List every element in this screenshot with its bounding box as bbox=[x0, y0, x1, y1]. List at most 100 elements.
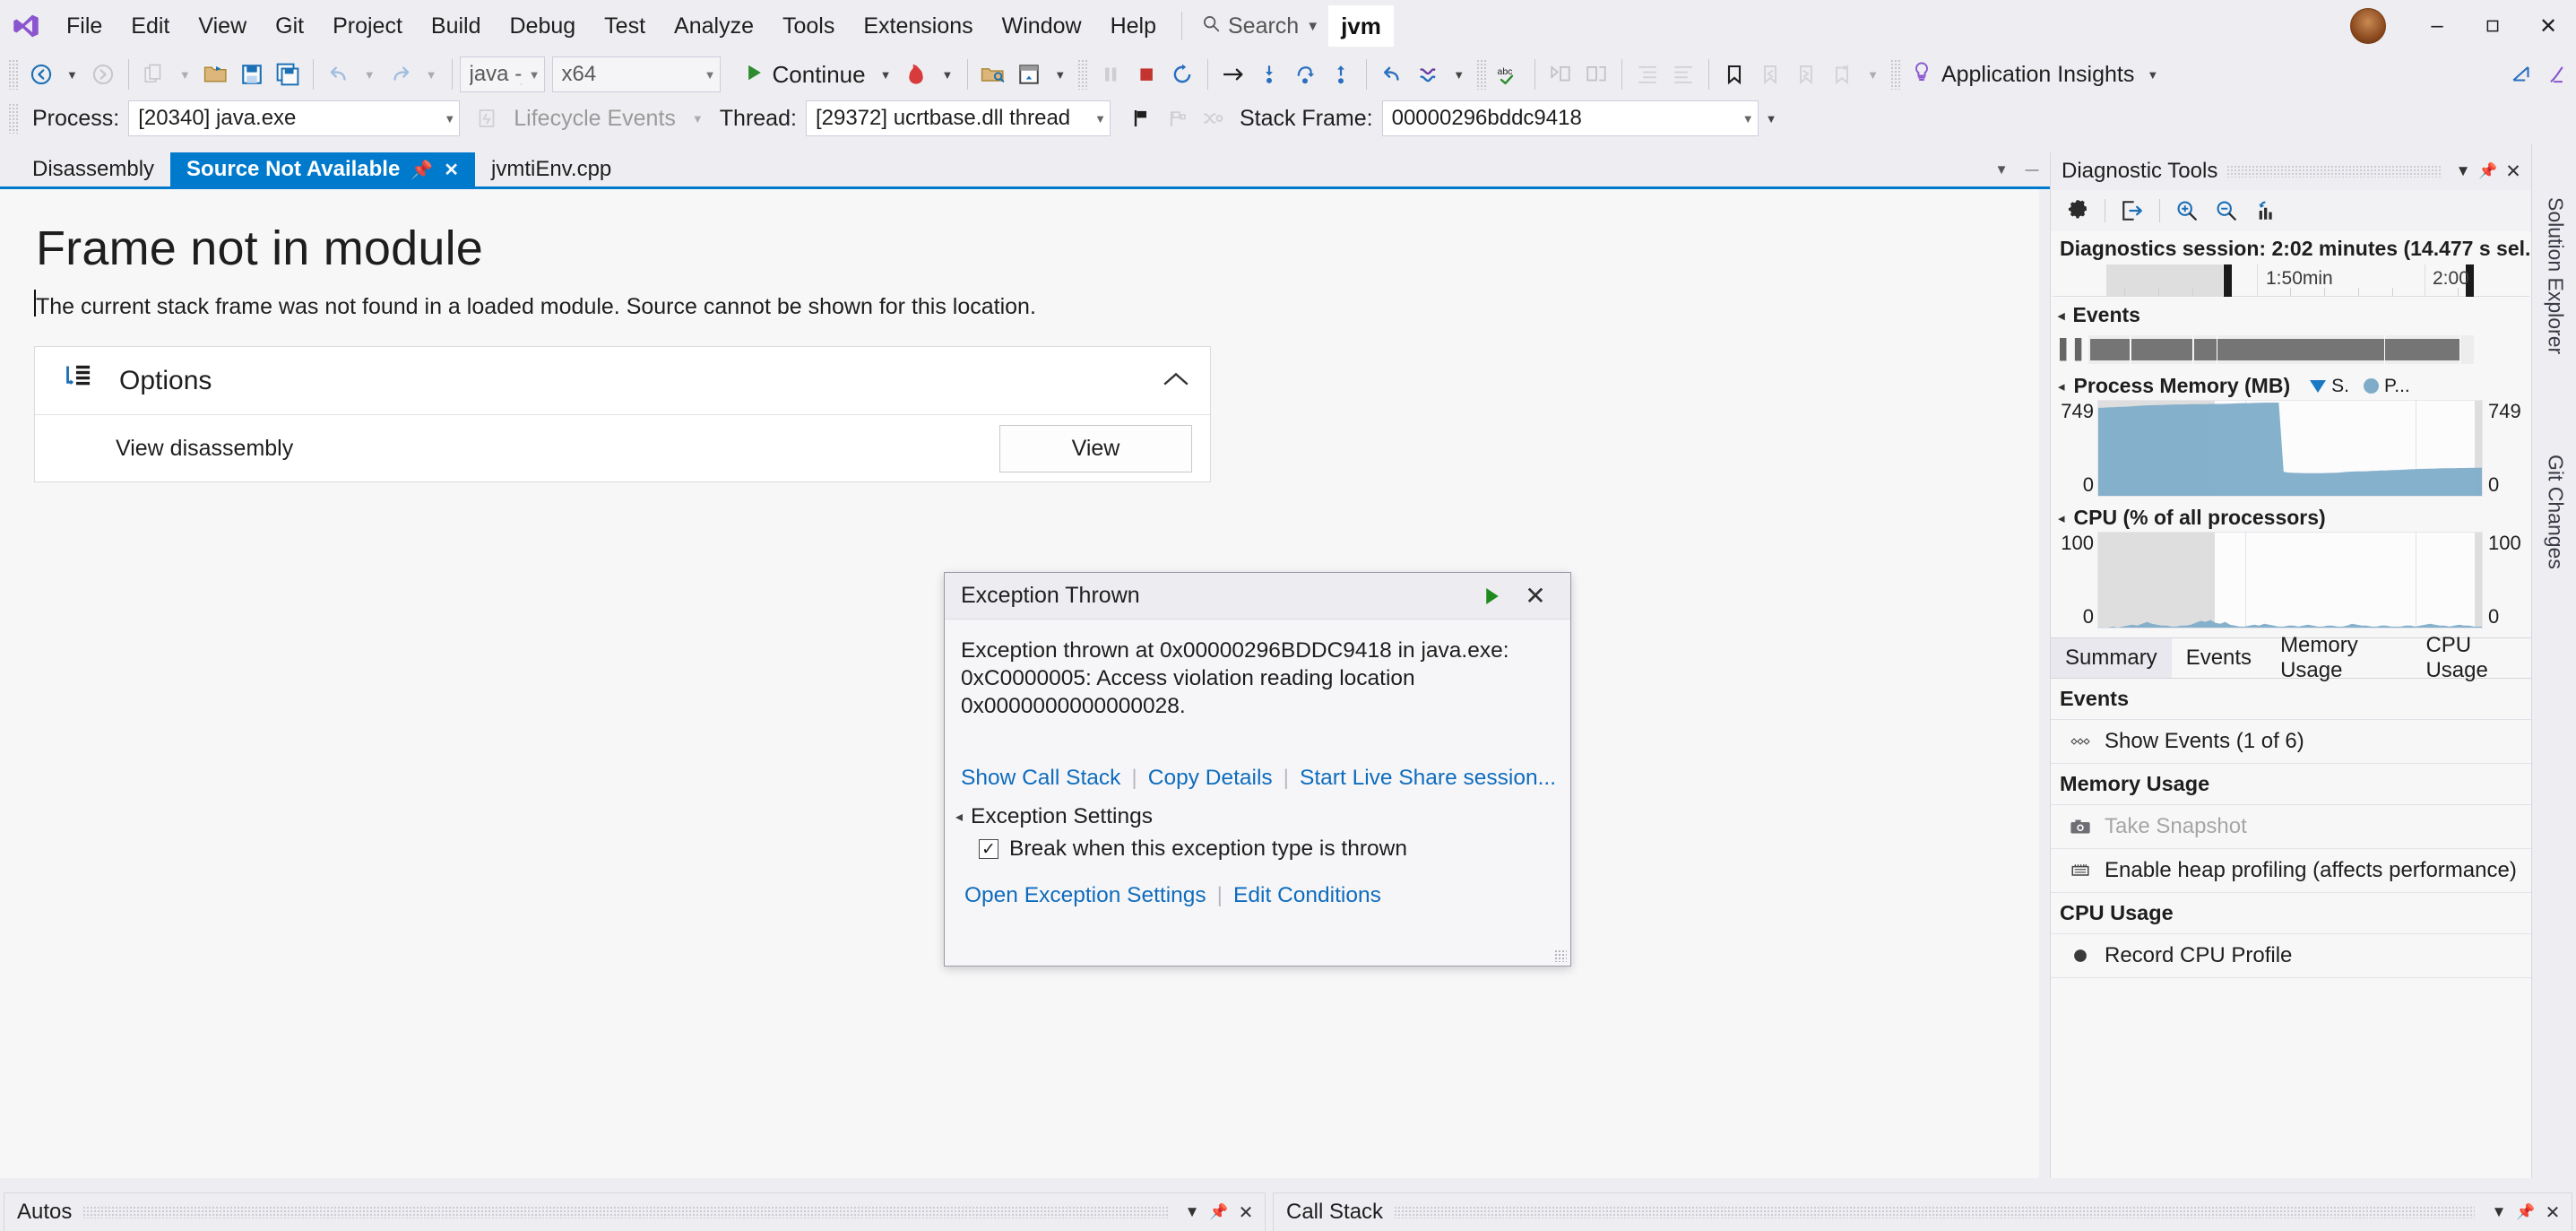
menu-item-git[interactable]: Git bbox=[261, 0, 318, 52]
undo-icon[interactable] bbox=[321, 56, 357, 93]
open-file-icon[interactable] bbox=[198, 56, 234, 93]
resize-grip-icon[interactable] bbox=[1554, 949, 1567, 962]
debugbar-grip[interactable] bbox=[8, 103, 19, 134]
copy-details-link[interactable]: Copy Details bbox=[1148, 766, 1273, 791]
show-next-statement-icon[interactable] bbox=[1215, 56, 1251, 93]
uncomment-selection-icon[interactable] bbox=[1578, 56, 1614, 93]
tab-source-not-available[interactable]: Source Not Available 📌 ✕ bbox=[170, 152, 475, 186]
attach-to-process-icon[interactable] bbox=[975, 56, 1011, 93]
pin-icon[interactable]: 📌 bbox=[1206, 1197, 1232, 1227]
chevron-down-icon[interactable]: ▼ bbox=[2485, 1197, 2512, 1227]
step-over-icon[interactable] bbox=[1287, 56, 1323, 93]
menu-item-edit[interactable]: Edit bbox=[117, 0, 184, 52]
continue-dropdown[interactable]: ▼ bbox=[873, 56, 899, 93]
sidebar-item-solution-explorer[interactable]: Solution Explorer bbox=[2532, 151, 2576, 402]
tab-list-icon[interactable]: ▼ bbox=[1986, 152, 2017, 186]
window-layout-icon[interactable] bbox=[1011, 56, 1047, 93]
close-icon[interactable]: ✕ bbox=[2501, 156, 2526, 186]
reset-chart-view-icon[interactable] bbox=[2248, 194, 2284, 228]
navigate-backward-icon[interactable] bbox=[23, 56, 59, 93]
restart-icon[interactable] bbox=[1164, 56, 1200, 93]
cpu-usage-header[interactable]: ◂ CPU (% of all processors) bbox=[2051, 500, 2531, 532]
increase-indent-icon[interactable] bbox=[1629, 56, 1665, 93]
menu-item-debug[interactable]: Debug bbox=[496, 0, 591, 52]
application-insights-dropdown[interactable]: ▼ bbox=[2139, 56, 2165, 93]
intellicode-dropdown[interactable]: ▼ bbox=[1446, 56, 1472, 93]
sidebar-item-git-changes[interactable]: Git Changes bbox=[2532, 409, 2576, 615]
memory-plot[interactable] bbox=[2097, 400, 2483, 497]
menu-item-file[interactable]: File bbox=[52, 0, 117, 52]
stop-debugging-icon[interactable] bbox=[1128, 56, 1164, 93]
panel-drag-handle[interactable] bbox=[82, 1206, 1168, 1218]
toolbar-grip[interactable] bbox=[1476, 59, 1488, 90]
tab-overflow-icon[interactable]: — bbox=[2017, 152, 2047, 186]
window-minimize-button[interactable]: – bbox=[2409, 0, 2465, 52]
close-icon[interactable]: ✕ bbox=[1513, 576, 1558, 616]
pin-icon[interactable]: 📌 bbox=[2512, 1197, 2539, 1227]
lifecycle-events-icon[interactable] bbox=[469, 100, 505, 137]
take-snapshot-row[interactable]: Take Snapshot bbox=[2051, 805, 2531, 849]
quick-launch-icon[interactable] bbox=[2540, 56, 2576, 93]
toolbar-grip[interactable] bbox=[8, 59, 19, 90]
navigate-forward-icon[interactable] bbox=[85, 56, 121, 93]
thread-switch-icon[interactable] bbox=[1195, 100, 1231, 137]
pause-icon[interactable]: ▌▌ bbox=[2060, 339, 2088, 360]
break-all-icon[interactable] bbox=[1093, 56, 1128, 93]
redo-icon[interactable] bbox=[383, 56, 419, 93]
next-bookmark-icon[interactable] bbox=[1788, 56, 1824, 93]
application-insights-button[interactable]: Application Insights bbox=[1906, 56, 2139, 93]
continue-button[interactable]: Continue bbox=[740, 56, 873, 93]
chevron-down-icon[interactable]: ▼ bbox=[1179, 1197, 1206, 1227]
close-tab-icon[interactable]: ✕ bbox=[444, 159, 459, 181]
menu-item-analyze[interactable]: Analyze bbox=[660, 0, 768, 52]
pin-icon[interactable]: 📌 bbox=[2476, 156, 2501, 186]
undo-arrow-icon[interactable] bbox=[1374, 56, 1410, 93]
play-icon[interactable] bbox=[1472, 576, 1513, 616]
menu-item-tools[interactable]: Tools bbox=[768, 0, 849, 52]
legend-private-bytes[interactable]: P... bbox=[2363, 376, 2410, 397]
step-out-icon[interactable] bbox=[1323, 56, 1359, 93]
heap-profiling-row[interactable]: Enable heap profiling (affects performan… bbox=[2051, 849, 2531, 893]
toggle-bookmark-icon[interactable] bbox=[1716, 56, 1752, 93]
save-all-icon[interactable] bbox=[270, 56, 306, 93]
send-feedback-icon[interactable] bbox=[2504, 56, 2540, 93]
thread-combo[interactable]: [29372] ucrtbase.dll thread ▼ bbox=[805, 100, 1111, 136]
menu-item-test[interactable]: Test bbox=[590, 0, 660, 52]
navigate-backward-dropdown[interactable]: ▼ bbox=[59, 56, 85, 93]
diagnostics-timeline[interactable]: 1:50min 2:00 bbox=[2053, 264, 2529, 297]
tab-jvmtienv-cpp[interactable]: jvmtiEnv.cpp bbox=[475, 152, 628, 186]
toolbar-grip[interactable] bbox=[1077, 59, 1089, 90]
events-section-header[interactable]: ◂ Events bbox=[2051, 297, 2531, 331]
menu-item-view[interactable]: View bbox=[184, 0, 261, 52]
redo-dropdown[interactable]: ▼ bbox=[419, 56, 445, 93]
avatar[interactable] bbox=[2350, 8, 2386, 44]
tab-cpu-usage[interactable]: CPU Usage bbox=[2411, 633, 2531, 682]
solution-name-chip[interactable]: jvm bbox=[1328, 5, 1394, 47]
window-layout-dropdown[interactable]: ▼ bbox=[1047, 56, 1073, 93]
undo-dropdown[interactable]: ▼ bbox=[357, 56, 383, 93]
tab-events[interactable]: Events bbox=[2172, 638, 2266, 678]
tab-summary[interactable]: Summary bbox=[2051, 638, 2172, 678]
chevron-down-icon[interactable]: ▼ bbox=[2451, 156, 2476, 186]
open-exception-settings-link[interactable]: Open Exception Settings bbox=[964, 883, 1206, 908]
view-button[interactable]: View bbox=[999, 424, 1192, 472]
decrease-indent-icon[interactable] bbox=[1665, 56, 1701, 93]
break-on-exception-checkbox[interactable]: ✓ bbox=[979, 839, 998, 859]
lifecycle-events-dropdown[interactable]: ▼ bbox=[685, 100, 711, 137]
menu-item-project[interactable]: Project bbox=[318, 0, 417, 52]
step-into-icon[interactable] bbox=[1251, 56, 1287, 93]
lifecycle-events-label[interactable]: Lifecycle Events bbox=[505, 106, 685, 132]
new-item-dropdown[interactable]: ▼ bbox=[172, 56, 198, 93]
platform-combo[interactable]: x64 ▼ bbox=[551, 56, 721, 92]
window-close-button[interactable]: ✕ bbox=[2520, 0, 2576, 52]
close-icon[interactable]: ✕ bbox=[1232, 1197, 1259, 1227]
triangle-expanded-icon[interactable]: ◂ bbox=[955, 808, 963, 826]
export-icon[interactable] bbox=[2114, 194, 2150, 228]
options-card-header[interactable]: Options bbox=[35, 347, 1210, 415]
start-live-share-link[interactable]: Start Live Share session... bbox=[1300, 766, 1556, 791]
edit-conditions-link[interactable]: Edit Conditions bbox=[1233, 883, 1381, 908]
clear-bookmarks-icon[interactable] bbox=[1824, 56, 1860, 93]
menu-item-build[interactable]: Build bbox=[417, 0, 496, 52]
flag-all-threads-icon[interactable] bbox=[1159, 100, 1195, 137]
process-combo[interactable]: [20340] java.exe ▼ bbox=[128, 100, 461, 136]
